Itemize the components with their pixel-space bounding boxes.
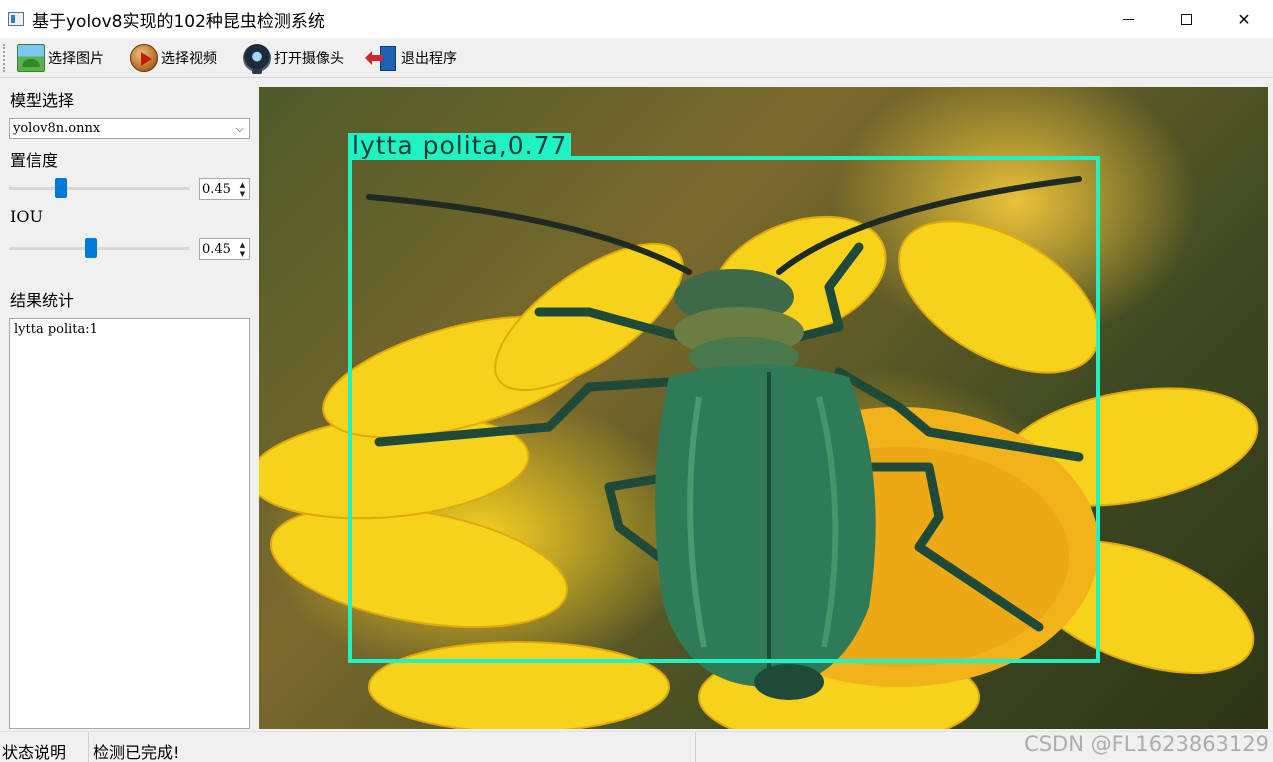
spin-up-icon[interactable]: ▲ [237, 240, 248, 249]
select-video-button[interactable]: 选择视频 [124, 41, 223, 75]
status-title: 状态说明 [2, 743, 67, 762]
close-button[interactable]: ✕ [1215, 0, 1273, 38]
status-separator [695, 732, 696, 762]
minimize-button[interactable] [1099, 0, 1157, 38]
model-select-label: 模型选择 [10, 91, 75, 110]
confidence-label: 置信度 [10, 151, 59, 170]
watermark-text: CSDN @FL1623863129 [1024, 732, 1269, 756]
open-camera-label: 打开摄像头 [274, 50, 344, 67]
app-window: 基于yolov8实现的102种昆虫检测系统 ✕ 选择图片 选择视频 打开摄像头 … [0, 0, 1273, 762]
select-image-button[interactable]: 选择图片 [11, 41, 110, 75]
iou-spinbox[interactable]: 0.45 ▲ ▼ [199, 238, 250, 260]
title-bar: 基于yolov8实现的102种昆虫检测系统 ✕ [0, 0, 1273, 38]
model-combobox-value: yolov8n.onnx [13, 121, 101, 136]
minimize-icon [1122, 18, 1134, 20]
image-icon [17, 43, 45, 72]
select-video-label: 选择视频 [161, 50, 217, 67]
iou-slider[interactable] [9, 237, 190, 259]
spin-down-icon[interactable]: ▼ [237, 249, 248, 258]
exit-button[interactable]: 退出程序 [364, 41, 463, 75]
window-title: 基于yolov8实现的102种昆虫检测系统 [32, 11, 325, 32]
maximize-button[interactable] [1157, 0, 1215, 38]
exit-label: 退出程序 [401, 50, 457, 67]
results-label: 结果统计 [10, 291, 75, 310]
iou-spinbox-value: 0.45 [202, 242, 231, 257]
toolbar: 选择图片 选择视频 打开摄像头 退出程序 [0, 38, 1273, 78]
iou-slider-handle[interactable] [85, 238, 97, 258]
status-bar: 状态说明 检测已完成! CSDN @FL1623863129 [0, 731, 1273, 762]
results-textbox[interactable]: lytta polita:1 [9, 318, 250, 729]
status-separator [88, 732, 89, 762]
confidence-spinbox-value: 0.45 [202, 182, 231, 197]
close-icon: ✕ [1237, 9, 1251, 29]
confidence-slider-handle[interactable] [55, 178, 67, 198]
settings-panel: 模型选择 yolov8n.onnx ⌵ 置信度 0.45 ▲ ▼ IOU 0.4… [0, 79, 258, 731]
iou-slider-track [9, 247, 190, 250]
open-camera-button[interactable]: 打开摄像头 [237, 41, 350, 75]
model-combobox[interactable]: yolov8n.onnx ⌵ [9, 118, 250, 139]
maximize-icon [1180, 13, 1192, 25]
video-play-icon [130, 43, 158, 72]
detection-image: lytta polita,0.77 [259, 87, 1268, 729]
webcam-icon [243, 43, 271, 74]
spin-down-icon[interactable]: ▼ [237, 189, 248, 198]
window-controls: ✕ [1099, 0, 1273, 38]
status-message: 检测已完成! [93, 743, 180, 762]
toolbar-grip[interactable] [3, 43, 7, 72]
exit-door-icon [365, 44, 398, 72]
detection-bounding-box [348, 156, 1100, 663]
confidence-spinbox[interactable]: 0.45 ▲ ▼ [199, 178, 250, 200]
spin-up-icon[interactable]: ▲ [237, 180, 248, 189]
confidence-slider[interactable] [9, 177, 190, 199]
iou-label: IOU [10, 207, 43, 226]
app-icon [8, 12, 24, 26]
chevron-down-icon: ⌵ [235, 122, 244, 135]
select-image-label: 选择图片 [48, 50, 104, 67]
detection-label: lytta polita,0.77 [348, 133, 572, 158]
confidence-slider-track [9, 187, 190, 190]
